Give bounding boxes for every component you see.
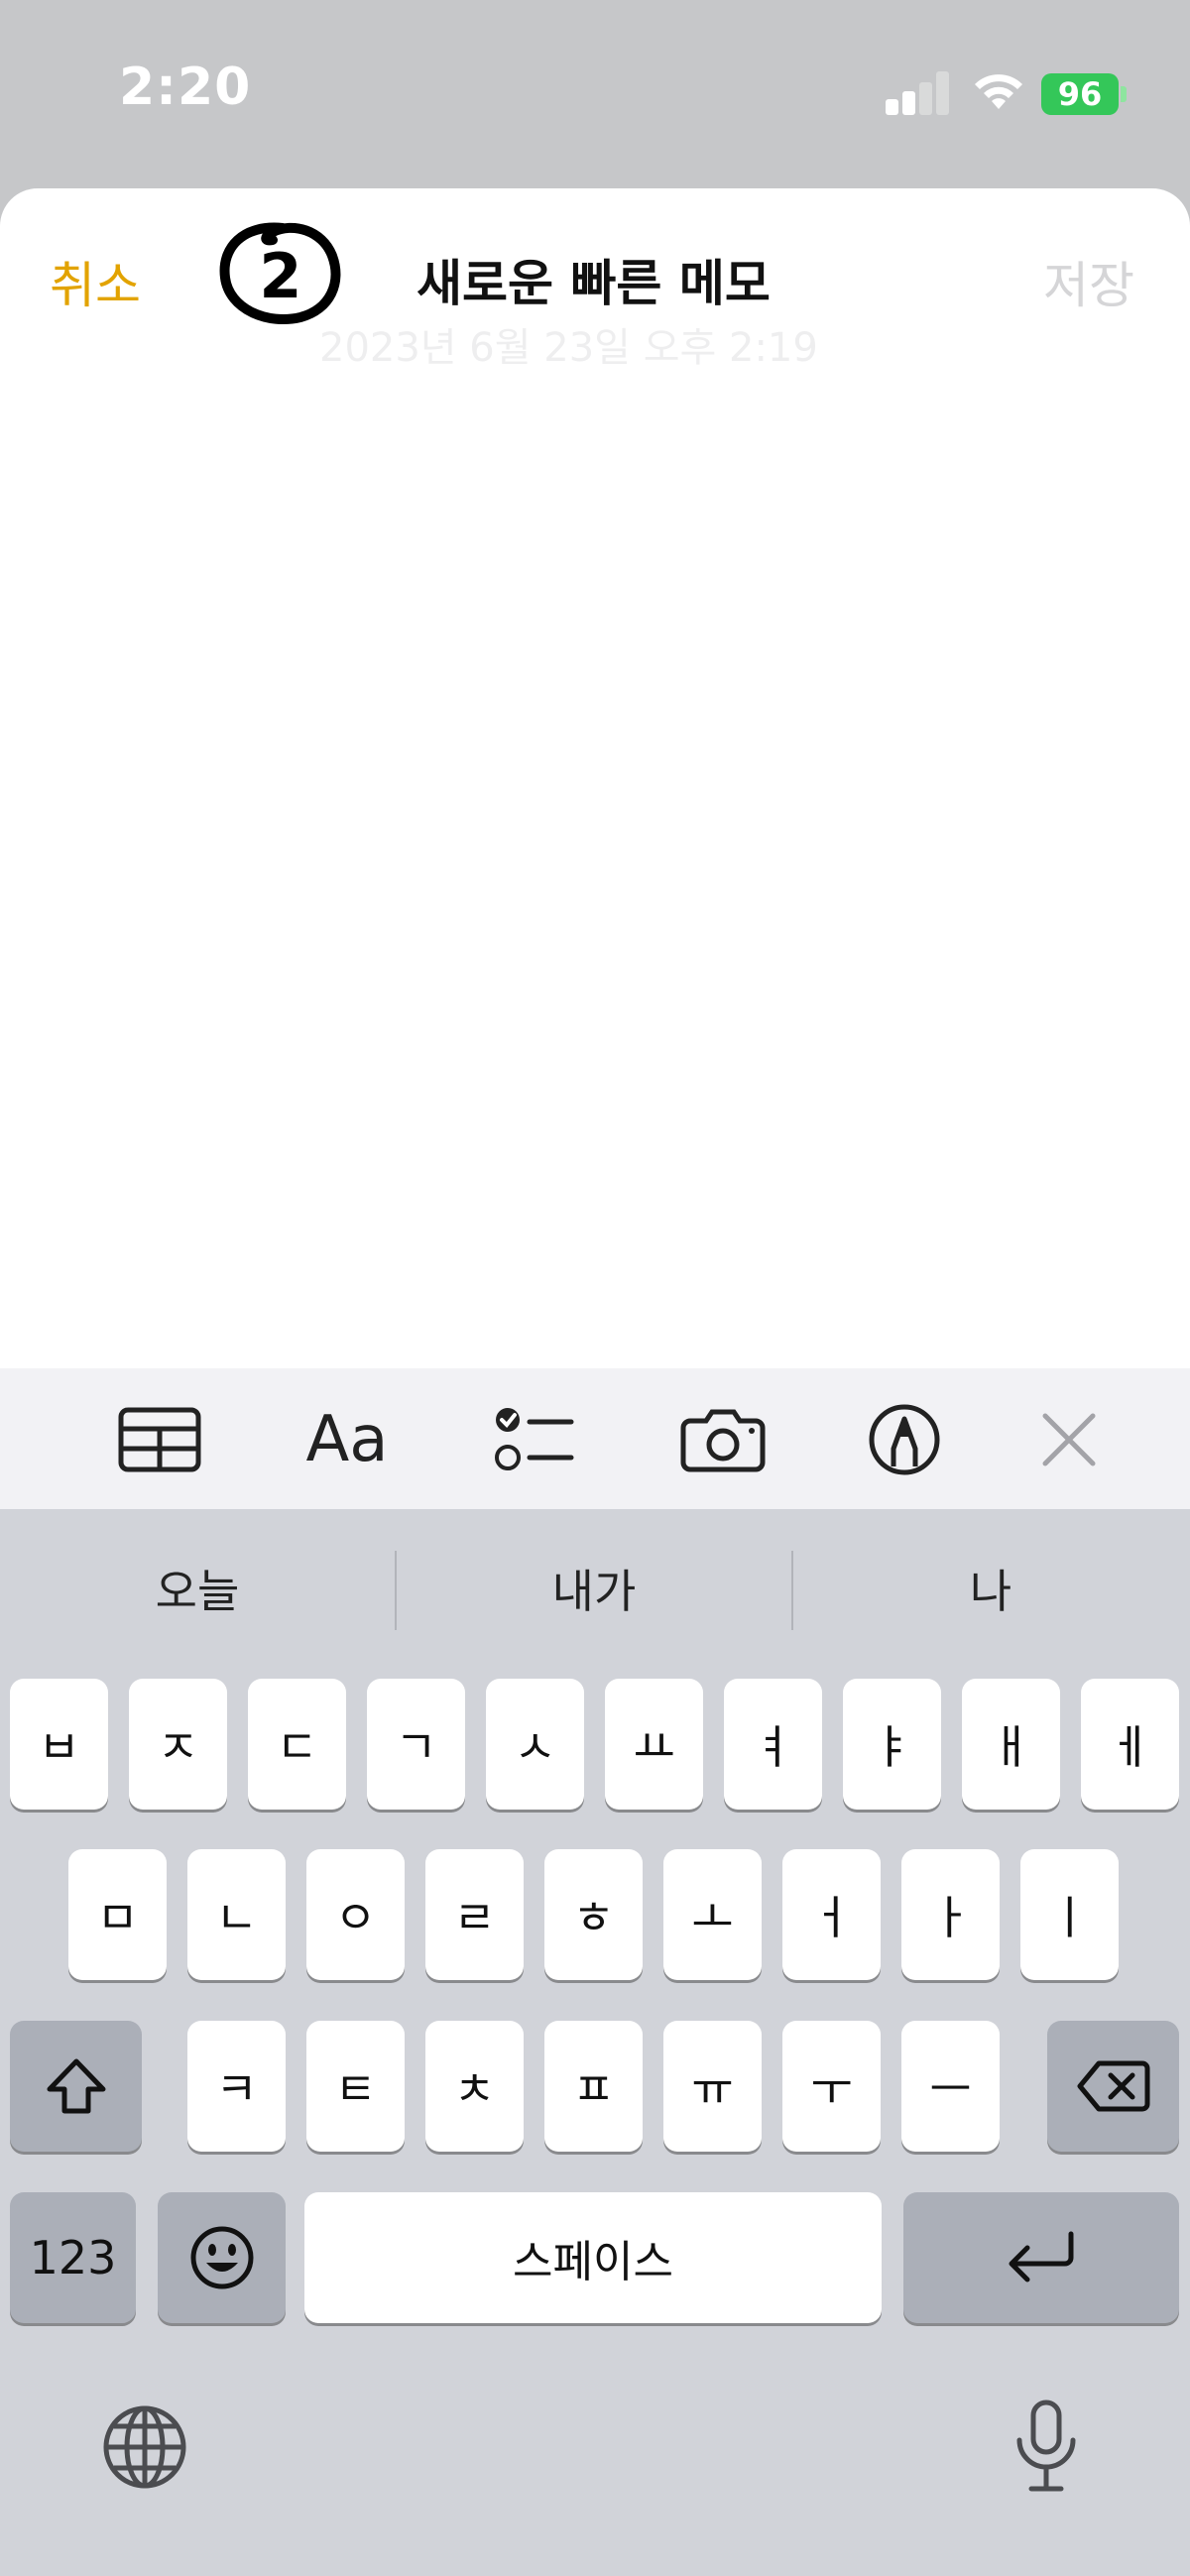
emoji-key[interactable]: [158, 2192, 286, 2323]
close-icon: [1042, 1413, 1096, 1466]
cellular-signal-icon: [886, 71, 949, 115]
numbers-key[interactable]: 123: [10, 2192, 136, 2323]
close-toolbar-button[interactable]: [1037, 1400, 1101, 1479]
globe-icon: [103, 2405, 186, 2489]
table-icon: [118, 1407, 201, 1472]
markup-pen-icon: [869, 1404, 940, 1475]
key-ㅛ[interactable]: ㅛ: [605, 1679, 703, 1810]
globe-button[interactable]: [99, 2401, 190, 2493]
battery-icon: 96: [1041, 73, 1127, 115]
text-format-icon: Aa: [305, 1403, 389, 1476]
table-button[interactable]: [115, 1400, 204, 1479]
delete-key[interactable]: [1047, 2021, 1179, 2152]
text-format-button[interactable]: Aa: [298, 1400, 397, 1479]
markup-button[interactable]: [865, 1400, 944, 1479]
key-ㅐ[interactable]: ㅐ: [962, 1679, 1060, 1810]
key-ㅇ[interactable]: ㅇ: [306, 1849, 405, 1980]
quick-note-sheet: 취소 2 새로운 빠른 메모 저장 2023년 6월 23일 오후 2:19: [0, 188, 1190, 1368]
format-toolbar: Aa: [0, 1368, 1190, 1509]
key-ㅊ[interactable]: ㅊ: [425, 2021, 524, 2152]
checklist-icon: [495, 1408, 574, 1470]
key-ㄴ[interactable]: ㄴ: [187, 1849, 286, 1980]
return-key[interactable]: [903, 2192, 1179, 2323]
key-ㄷ[interactable]: ㄷ: [248, 1679, 346, 1810]
status-bar: 2:20 96: [0, 0, 1190, 188]
wifi-icon: [970, 63, 1027, 113]
return-icon: [1009, 2231, 1074, 2283]
key-ㅓ[interactable]: ㅓ: [782, 1849, 881, 1980]
key-ㅠ[interactable]: ㅠ: [663, 2021, 762, 2152]
dictation-button[interactable]: [1002, 2397, 1091, 2496]
cancel-button[interactable]: 취소: [50, 246, 141, 317]
note-body-area[interactable]: [0, 387, 1190, 1358]
key-ㅑ[interactable]: ㅑ: [843, 1679, 941, 1810]
suggestion-2[interactable]: 내가: [397, 1509, 791, 1668]
key-ㅏ[interactable]: ㅏ: [901, 1849, 1000, 1980]
key-ㅎ[interactable]: ㅎ: [544, 1849, 643, 1980]
page-title: 새로운 빠른 메모: [416, 255, 771, 312]
space-key[interactable]: 스페이스: [304, 2192, 882, 2323]
key-ㄹ[interactable]: ㄹ: [425, 1849, 524, 1980]
key-ㅜ[interactable]: ㅜ: [782, 2021, 881, 2152]
key-ㅕ[interactable]: ㅕ: [724, 1679, 822, 1810]
battery-level: 96: [1041, 73, 1119, 115]
key-ㅡ[interactable]: ㅡ: [901, 2021, 1000, 2152]
key-ㅣ[interactable]: ㅣ: [1020, 1849, 1119, 1980]
annotation-number: 2: [259, 240, 301, 312]
key-ㅗ[interactable]: ㅗ: [663, 1849, 762, 1980]
key-ㅌ[interactable]: ㅌ: [306, 2021, 405, 2152]
key-ㅈ[interactable]: ㅈ: [129, 1679, 227, 1810]
microphone-icon: [1016, 2400, 1076, 2492]
checklist-button[interactable]: [492, 1400, 575, 1479]
key-ㅂ[interactable]: ㅂ: [10, 1679, 108, 1810]
camera-button[interactable]: [678, 1400, 768, 1479]
suggestion-3[interactable]: 나: [793, 1509, 1188, 1668]
shift-icon: [47, 2058, 105, 2114]
emoji-icon: [190, 2226, 253, 2289]
delete-icon: [1077, 2060, 1149, 2112]
save-button[interactable]: 저장: [1043, 246, 1134, 317]
note-date: 2023년 6월 23일 오후 2:19: [319, 325, 818, 371]
camera-icon: [680, 1409, 766, 1472]
keyboard: 오늘 내가 나 ㅂ ㅈ ㄷ ㄱ ㅅ ㅛ ㅕ ㅑ ㅐ ㅔ ㅁ ㄴ ㅇ ㄹ ㅎ ㅗ …: [0, 1509, 1190, 2576]
suggestion-1[interactable]: 오늘: [0, 1509, 395, 1668]
key-ㅋ[interactable]: ㅋ: [187, 2021, 286, 2152]
shift-key[interactable]: [10, 2021, 142, 2152]
key-ㅍ[interactable]: ㅍ: [544, 2021, 643, 2152]
key-ㅅ[interactable]: ㅅ: [486, 1679, 584, 1810]
status-time: 2:20: [119, 58, 252, 117]
key-ㄱ[interactable]: ㄱ: [367, 1679, 465, 1810]
key-ㅁ[interactable]: ㅁ: [68, 1849, 167, 1980]
key-ㅔ[interactable]: ㅔ: [1081, 1679, 1179, 1810]
